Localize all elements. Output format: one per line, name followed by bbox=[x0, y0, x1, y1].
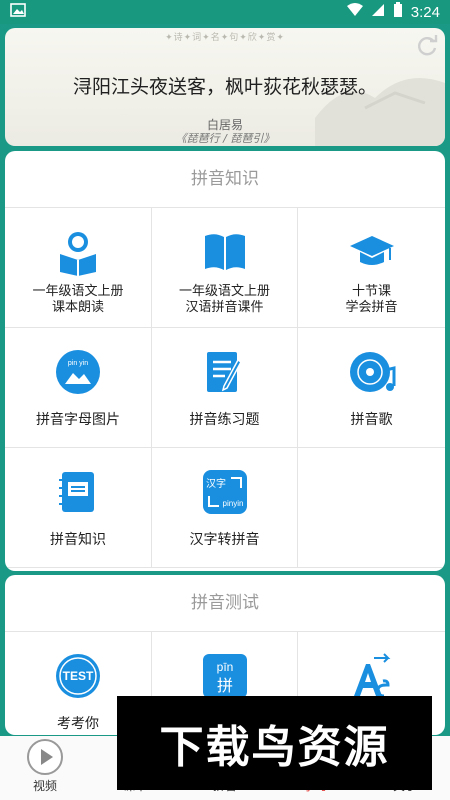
grid-item-label: 一年级语文上册 汉语拼音课件 bbox=[178, 284, 270, 315]
grid-item-pinyin-song[interactable]: 拼音歌 bbox=[298, 328, 445, 448]
status-bar: 3:24 bbox=[0, 0, 450, 24]
test-badge-icon: TEST bbox=[56, 654, 100, 698]
grid-item-hanzi-to-pinyin[interactable]: 汉字 pinyin 汉字转拼音 bbox=[152, 448, 298, 568]
svg-text:pinyin: pinyin bbox=[222, 499, 243, 508]
reader-icon bbox=[60, 232, 96, 276]
play-icon bbox=[27, 739, 63, 775]
grid-item-pinyin-knowledge[interactable]: 拼音知识 bbox=[5, 448, 152, 568]
book-icon bbox=[204, 234, 245, 270]
font-a-icon bbox=[353, 653, 390, 698]
grid-item-label: 拼音字母图片 bbox=[36, 412, 120, 428]
exercise-icon bbox=[206, 352, 242, 392]
wifi-icon bbox=[346, 3, 363, 21]
grid-item-label: 拼音知识 bbox=[50, 532, 106, 548]
svg-text:pin yin: pin yin bbox=[68, 360, 88, 367]
poem-banner[interactable]: ✦诗✦词✦名✦句✦欣✦赏✦ 浔阳江头夜送客，枫叶荻花秋瑟瑟。 白居易 《琵琶行 … bbox=[5, 28, 445, 146]
poem-title: 《琵琶行 / 琵琶引》 bbox=[175, 132, 275, 145]
battery-icon bbox=[393, 2, 403, 22]
graduation-cap-icon bbox=[349, 236, 394, 265]
grid-item-exercises[interactable]: 拼音练习题 bbox=[152, 328, 298, 448]
watermark-overlay: 下载鸟资源 bbox=[117, 696, 432, 790]
poem-line: 浔阳江头夜送客，枫叶荻花秋瑟瑟。 bbox=[72, 76, 377, 98]
test-badge-text: TEST bbox=[63, 669, 94, 683]
nav-label: 视频 bbox=[32, 779, 57, 793]
notebook-icon bbox=[59, 472, 94, 512]
grid-item-label: 一年级语文上册 课本朗读 bbox=[32, 284, 124, 315]
svg-text:汉字: 汉字 bbox=[206, 477, 226, 490]
section-title: 拼音测试 bbox=[5, 575, 445, 632]
grid-item-label: 汉字转拼音 bbox=[189, 532, 260, 548]
pinyin-knowledge-section: 拼音知识 一年级语文上册 课本朗读 一年级语文上册 汉语拼音课件 十节课 学会拼… bbox=[5, 151, 445, 571]
grid-item-label: 拼音练习题 bbox=[189, 412, 260, 428]
image-notification-icon bbox=[10, 3, 26, 21]
music-disc-icon bbox=[349, 352, 395, 392]
grid-item-label: 考考你 bbox=[57, 716, 99, 732]
convert-icon: 汉字 pinyin bbox=[202, 470, 247, 514]
grid-item-pinyin-courseware[interactable]: 一年级语文上册 汉语拼音课件 bbox=[152, 208, 298, 328]
watermark-text: 下载鸟资源 bbox=[159, 722, 390, 773]
pinyin-picture-icon: pin yin bbox=[56, 350, 100, 394]
grid-item-ten-lessons[interactable]: 十节课 学会拼音 bbox=[298, 208, 445, 328]
pinyin-card-bottom: 拼 bbox=[216, 676, 232, 695]
nav-video[interactable]: 视频 bbox=[0, 736, 90, 800]
pinyin-card-icon: pīn 拼 bbox=[202, 654, 247, 698]
banner-decoration: ✦诗✦词✦名✦句✦欣✦赏✦ bbox=[165, 33, 285, 43]
clock: 3:24 bbox=[410, 3, 440, 21]
grid-item-pinyin-pictures[interactable]: pin yin 拼音字母图片 bbox=[5, 328, 152, 448]
section-title: 拼音知识 bbox=[5, 151, 445, 208]
pinyin-card-top: pīn bbox=[216, 660, 233, 674]
grid-item-label: 拼音歌 bbox=[350, 412, 393, 428]
grid-item-textbook-reading[interactable]: 一年级语文上册 课本朗读 bbox=[5, 208, 152, 328]
grid-item-label: 十节课 学会拼音 bbox=[345, 284, 398, 315]
signal-icon bbox=[371, 3, 385, 21]
grid-item-empty bbox=[298, 448, 445, 568]
